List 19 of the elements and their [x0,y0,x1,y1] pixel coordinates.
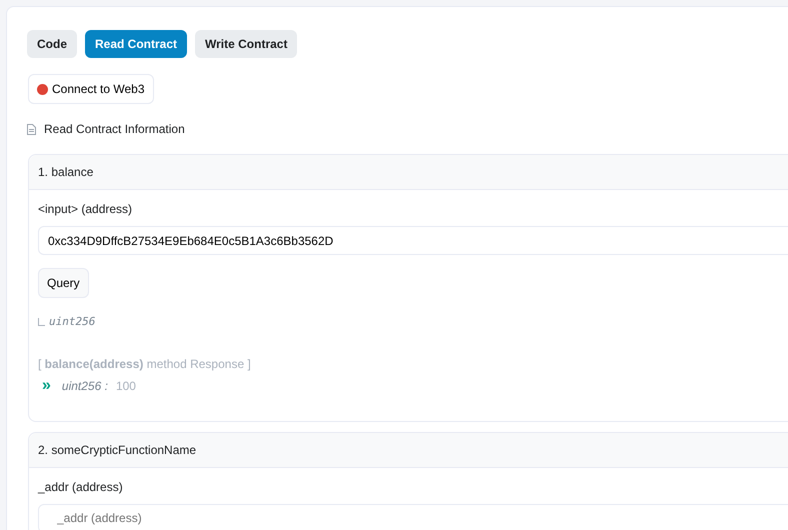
document-icon [27,124,36,134]
output-type: uint256 [49,314,96,330]
input-label: _addr (address) [38,478,124,496]
tab[interactable]: Write Contract [195,30,298,58]
tab[interactable]: Read Contract [85,30,188,58]
response-type: uint256 : [62,378,108,394]
tab[interactable]: Code [27,30,77,58]
connect-button[interactable]: Connect to Web3 [28,74,154,104]
function-header[interactable]: 2. someCrypticFunctionName [29,432,788,468]
input-field[interactable]: 0xc334D9DffcB27534E9Eb684E0c5B1A3c6Bb3562D [38,226,788,255]
branch-icon [38,318,45,326]
input-label: <input> (address) [38,201,134,218]
query-button[interactable]: Query [38,268,89,298]
response-header: [ balance(address) method Response ] [38,356,252,372]
response-value: 100 [116,378,136,394]
input-field[interactable]: _addr (address) [38,504,788,530]
section-title: Read Contract Information [44,121,185,138]
function-header[interactable]: 1. balance [29,155,788,190]
arrow-icon: » [42,378,51,394]
